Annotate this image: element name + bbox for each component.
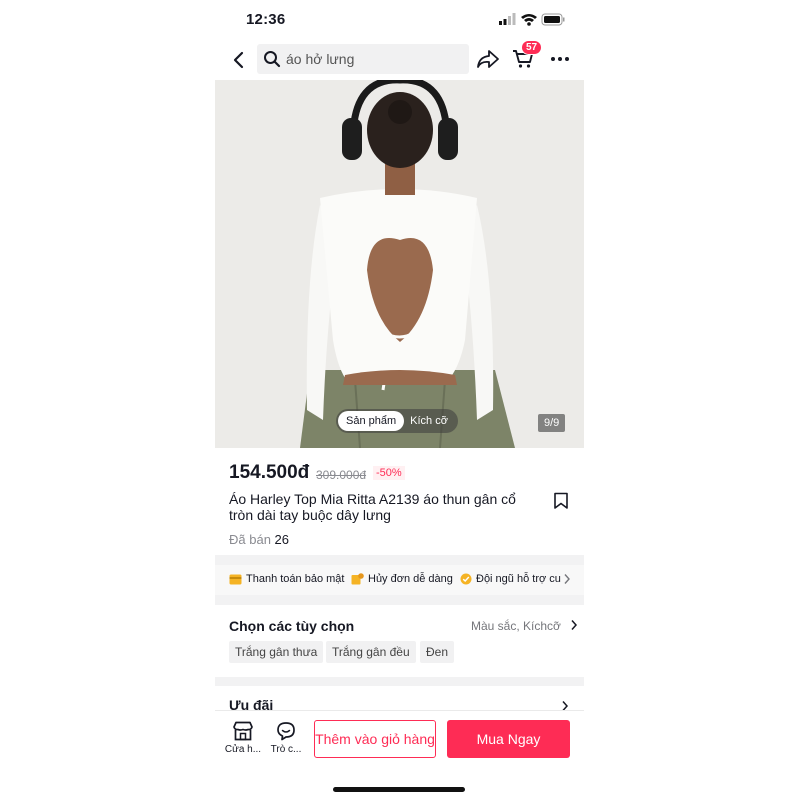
feature-label: Đội ngũ hỗ trợ cu bbox=[476, 573, 561, 585]
product-image[interactable] bbox=[215, 80, 584, 448]
chat-icon bbox=[277, 722, 295, 741]
search-icon bbox=[264, 51, 281, 68]
search-query: áo hở lưng bbox=[286, 51, 355, 67]
options-selector[interactable]: Màu sắc, Kíchcỡ bbox=[471, 619, 578, 633]
feature-label: Hủy đơn dễ dàng bbox=[368, 573, 453, 585]
discount-badge: -50% bbox=[373, 466, 405, 480]
product-page: 12:36 áo hở lưng 57 Sản phẩm Kích cỡ 9/9… bbox=[215, 0, 584, 801]
clock: 12:36 bbox=[246, 11, 286, 28]
status-bar: 12:36 bbox=[215, 0, 584, 40]
option-chip[interactable]: Đen bbox=[420, 641, 455, 663]
chevron-right-icon bbox=[564, 574, 570, 584]
store-icon bbox=[233, 721, 253, 741]
cancel-order-icon bbox=[351, 573, 364, 585]
search-input[interactable]: áo hở lưng bbox=[257, 44, 469, 74]
product-title: Áo Harley Top Mia Ritta A2139 áo thun gâ… bbox=[229, 491, 516, 523]
tab-size[interactable]: Kích cỡ bbox=[404, 411, 456, 431]
option-chip[interactable]: Trắng gân đều bbox=[326, 641, 416, 663]
sold-count: Đã bán 26 bbox=[229, 532, 289, 547]
section-divider bbox=[215, 555, 584, 565]
chat-button[interactable]: Trò c... bbox=[266, 721, 306, 755]
shop-label: Cửa h... bbox=[224, 744, 262, 755]
image-counter: 9/9 bbox=[538, 414, 566, 432]
add-to-cart-button[interactable]: Thêm vào giỏ hàng bbox=[314, 720, 436, 758]
sold-label: Đã bán bbox=[229, 532, 271, 547]
bookmark-icon[interactable] bbox=[553, 492, 569, 510]
more-options-icon[interactable] bbox=[549, 48, 571, 70]
product-photo bbox=[215, 80, 584, 448]
support-icon bbox=[460, 573, 472, 585]
header-bar: áo hở lưng 57 bbox=[215, 40, 584, 80]
sold-value: 26 bbox=[274, 532, 290, 547]
battery-icon bbox=[541, 13, 565, 26]
feature-support-team: Đội ngũ hỗ trợ cu bbox=[460, 573, 561, 585]
service-features[interactable]: Thanh toán bảo mật Hủy đơn dễ dàng Đội n… bbox=[215, 565, 584, 595]
buy-now-button[interactable]: Mua Ngay bbox=[447, 720, 570, 758]
wifi-icon bbox=[521, 14, 537, 26]
shop-button[interactable]: Cửa h... bbox=[223, 721, 263, 755]
chevron-right-icon bbox=[571, 620, 578, 630]
options-hint: Màu sắc, Kíchcỡ bbox=[471, 619, 561, 633]
share-icon[interactable] bbox=[476, 49, 500, 69]
current-price: 154.500đ bbox=[229, 462, 310, 483]
tab-product[interactable]: Sản phẩm bbox=[338, 411, 405, 431]
feature-easy-cancel: Hủy đơn dễ dàng bbox=[351, 573, 453, 585]
chat-label: Trò c... bbox=[270, 744, 302, 755]
feature-label: Thanh toán bảo mật bbox=[246, 573, 345, 585]
option-chip[interactable]: Trắng gân thưa bbox=[229, 641, 324, 663]
section-divider bbox=[215, 677, 584, 686]
options-title: Chọn các tùy chọn bbox=[229, 618, 355, 634]
cart-count-badge: 57 bbox=[521, 40, 543, 55]
feature-secure-payment: Thanh toán bảo mật bbox=[229, 573, 344, 585]
signal-icon bbox=[499, 13, 516, 25]
status-icons bbox=[499, 13, 565, 26]
home-indicator bbox=[333, 787, 465, 792]
gallery-tabs: Sản phẩm Kích cỡ bbox=[336, 409, 458, 433]
section-divider bbox=[215, 595, 584, 605]
back-arrow-icon[interactable] bbox=[229, 50, 249, 70]
offers-title[interactable]: Ưu đãi bbox=[229, 697, 273, 711]
original-price: 309.000đ bbox=[316, 468, 367, 482]
card-icon bbox=[229, 574, 242, 584]
